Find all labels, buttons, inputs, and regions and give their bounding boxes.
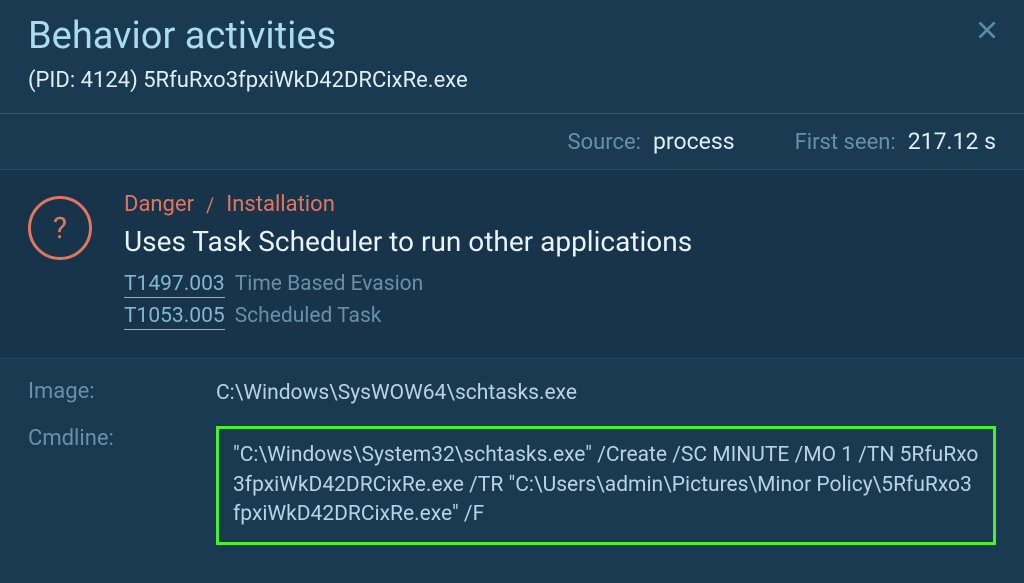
- tag-danger: Danger: [124, 192, 194, 217]
- panel-title: Behavior activities: [28, 14, 996, 58]
- first-seen-label: First seen:: [795, 130, 896, 155]
- alert-message: Uses Task Scheduler to run other applica…: [124, 225, 996, 258]
- question-icon: ?: [28, 196, 92, 260]
- image-label: Image:: [28, 379, 198, 404]
- panel-header: Behavior activities (PID: 4124) 5RfuRxo3…: [0, 0, 1024, 114]
- technique-row: T1497.003 Time Based Evasion: [124, 272, 996, 298]
- meta-source: Source: process: [568, 128, 735, 155]
- close-icon: [974, 17, 1000, 43]
- meta-first-seen: First seen: 217.12 s: [795, 128, 996, 155]
- cmdline-highlight-box: "C:\Windows\System32\schtasks.exe" /Crea…: [216, 426, 996, 544]
- source-label: Source:: [568, 130, 642, 155]
- cmdline-value: "C:\Windows\System32\schtasks.exe" /Crea…: [233, 441, 979, 529]
- panel-subtitle: (PID: 4124) 5RfuRxo3fpxiWkD42DRCixRe.exe: [28, 68, 996, 93]
- technique-name: Scheduled Task: [235, 304, 382, 328]
- technique-name: Time Based Evasion: [235, 272, 424, 296]
- details-section: Image: C:\Windows\SysWOW64\schtasks.exe …: [0, 359, 1024, 583]
- first-seen-value: 217.12 s: [908, 128, 996, 155]
- detail-row-image: Image: C:\Windows\SysWOW64\schtasks.exe: [28, 379, 996, 408]
- tag-installation: Installation: [226, 192, 335, 217]
- alert-content: Danger / Installation Uses Task Schedule…: [124, 192, 996, 336]
- source-value: process: [653, 128, 735, 155]
- technique-id-link[interactable]: T1053.005: [124, 304, 225, 330]
- alert-tags: Danger / Installation: [124, 192, 996, 217]
- image-value: C:\Windows\SysWOW64\schtasks.exe: [216, 379, 996, 408]
- detail-row-cmdline: Cmdline: "C:\Windows\System32\schtasks.e…: [28, 426, 996, 544]
- technique-id-link[interactable]: T1497.003: [124, 272, 225, 298]
- cmdline-label: Cmdline:: [28, 426, 198, 451]
- behavior-panel: Behavior activities (PID: 4124) 5RfuRxo3…: [0, 0, 1024, 573]
- technique-row: T1053.005 Scheduled Task: [124, 304, 996, 330]
- close-button[interactable]: [970, 12, 1004, 55]
- meta-row: Source: process First seen: 217.12 s: [0, 114, 1024, 170]
- tag-separator: /: [206, 193, 214, 217]
- alert-section: ? Danger / Installation Uses Task Schedu…: [0, 170, 1024, 359]
